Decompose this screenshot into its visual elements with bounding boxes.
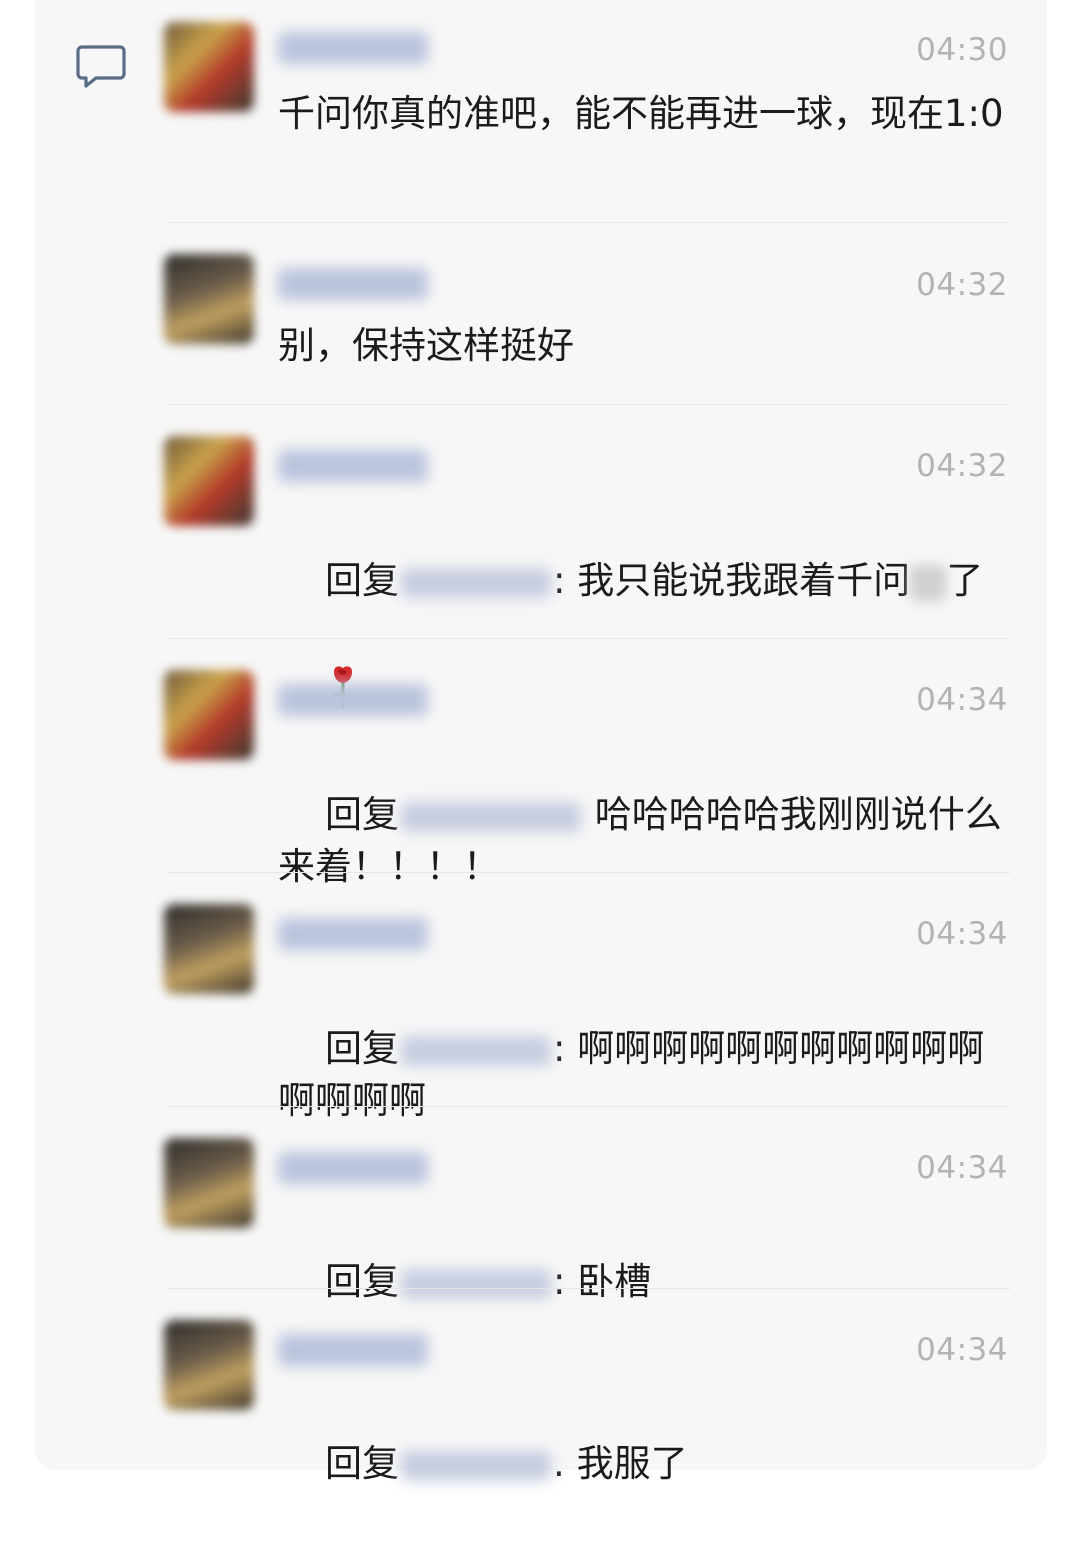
reply-target-redacted[interactable] — [401, 567, 552, 598]
username-redacted[interactable] — [278, 32, 428, 64]
reply-target-redacted[interactable] — [401, 1450, 552, 1481]
reply-prefix: 回复 — [325, 559, 400, 602]
username-redacted[interactable] — [278, 268, 428, 300]
username-redacted[interactable] — [278, 450, 428, 482]
comment-time: 04:32 — [916, 267, 1008, 303]
reply-prefix: 回复 — [325, 793, 400, 836]
reply-text: 回复: 啊啊啊啊啊啊啊啊啊啊啊啊啊啊啊 — [278, 971, 1010, 1179]
username-redacted[interactable] — [278, 918, 428, 950]
avatar[interactable] — [164, 1138, 254, 1228]
avatar[interactable] — [164, 436, 254, 526]
comment-time: 04:34 — [916, 916, 1008, 952]
reply-body: 卧槽 — [565, 1260, 652, 1303]
reply-target-redacted[interactable] — [401, 1268, 552, 1299]
reply-prefix: 回复 — [325, 1260, 400, 1303]
comment-icon[interactable] — [76, 44, 126, 90]
avatar[interactable] — [164, 22, 254, 112]
divider — [168, 222, 1010, 223]
divider — [168, 872, 1010, 873]
reply-target-redacted[interactable] — [401, 1035, 552, 1066]
comment-text: 别，保持这样挺好 — [278, 324, 574, 367]
reply-prefix: 回复 — [325, 1442, 400, 1485]
reply-colon: : — [553, 1260, 566, 1303]
comment-time: 04:30 — [916, 32, 1008, 68]
reply-text: 回复: 我只能说我跟着千问了 — [278, 503, 1010, 763]
reply-colon: . — [553, 1442, 565, 1485]
divider — [168, 638, 1010, 639]
comment-time: 04:34 — [916, 682, 1008, 718]
reply-body: 我服了 — [564, 1442, 688, 1485]
reply-colon: : — [553, 559, 566, 602]
reply-body-end: 了 — [946, 559, 984, 602]
divider — [168, 404, 1010, 405]
username-redacted[interactable] — [278, 1152, 428, 1184]
comment-time: 04:34 — [916, 1332, 1008, 1368]
comment-time: 04:32 — [916, 448, 1008, 484]
divider — [168, 1106, 1010, 1107]
reply-target-redacted[interactable] — [401, 801, 582, 832]
divider — [168, 1288, 1010, 1289]
comment-time: 04:34 — [916, 1150, 1008, 1186]
text-redacted — [910, 564, 947, 601]
avatar[interactable] — [164, 254, 254, 344]
avatar[interactable] — [164, 670, 254, 760]
reply-body: 我只能说我跟着千问 — [565, 559, 911, 602]
username-redacted[interactable] — [278, 1334, 428, 1366]
reply-text: 回复. 我服了 — [278, 1386, 1010, 1542]
reply-colon: : — [553, 1027, 566, 1070]
reply-text: 回复 哈哈哈哈哈我刚刚说什么来着！！！！ — [278, 737, 1010, 945]
avatar[interactable] — [164, 1320, 254, 1410]
reply-prefix: 回复 — [325, 1027, 400, 1070]
username-redacted[interactable] — [278, 684, 428, 716]
comment-text: 千问你真的准吧，能不能再进一球，现在1:0 — [278, 92, 1004, 135]
avatar[interactable] — [164, 904, 254, 994]
